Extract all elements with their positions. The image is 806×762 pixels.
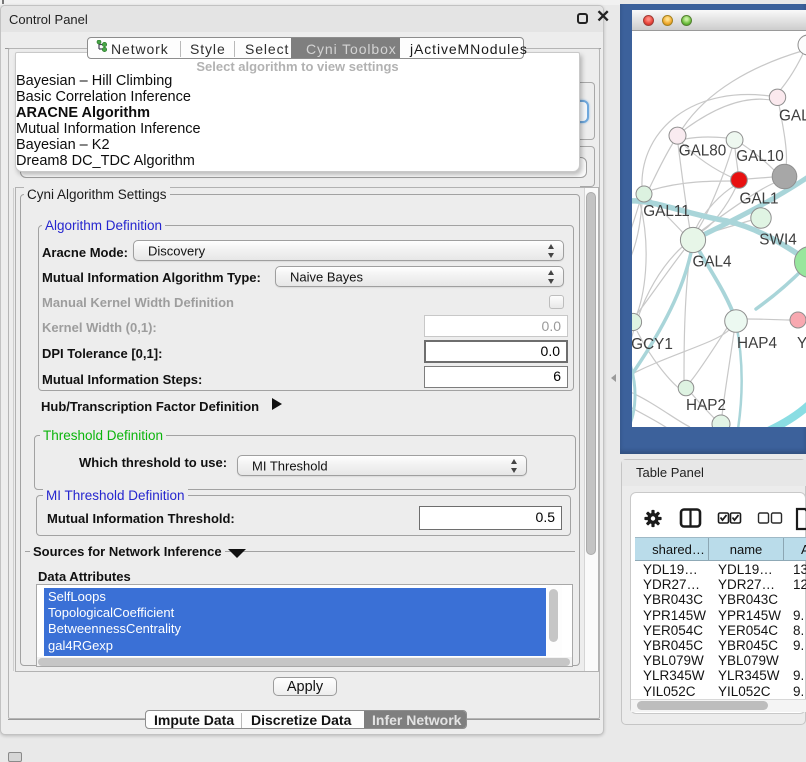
svg-text:GAL11: GAL11 <box>643 203 690 220</box>
svg-text:GCY1: GCY1 <box>632 336 673 353</box>
svg-text:GAL80: GAL80 <box>679 143 727 160</box>
svg-text:GAL1: GAL1 <box>739 191 778 208</box>
svg-text:YMR: YMR <box>797 335 806 352</box>
svg-text:GAL2: GAL2 <box>779 108 806 125</box>
svg-text:HAP4: HAP4 <box>737 335 777 352</box>
svg-text:GAL4: GAL4 <box>692 254 732 271</box>
svg-text:GAL10: GAL10 <box>736 148 784 165</box>
svg-text:SWI4: SWI4 <box>759 232 797 249</box>
svg-text:HAP2: HAP2 <box>686 397 726 414</box>
